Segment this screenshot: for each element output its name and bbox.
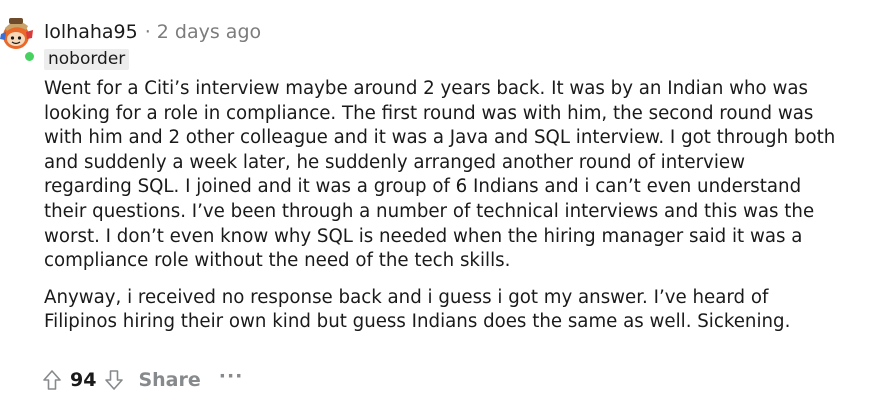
online-status-dot [23,50,36,63]
upvote-button[interactable] [38,365,66,395]
downvote-button[interactable] [100,365,128,395]
share-button[interactable]: Share [138,369,200,391]
comment-header: lolhaha95 · 2 days ago [44,19,261,45]
comment: lolhaha95 · 2 days ago noborder Went for… [0,0,887,413]
comment-line: with him and 2 other colleague and it wa… [44,127,836,149]
comment-line: and suddenly a week later, he suddenly a… [44,151,745,173]
comment-line: compliance role without the need of the … [44,250,511,272]
author-username[interactable]: lolhaha95 [44,21,138,43]
share-label: Share [138,369,201,391]
user-avatar[interactable] [0,14,38,63]
comment-line: regarding SQL. I joined and it was a gro… [44,176,802,198]
comment-line: looking for a role in compliance. The fi… [44,102,814,124]
comment-paragraph: Anyway, i received no response back and … [44,286,887,335]
upvote-arrow-icon [43,370,61,390]
user-flair: noborder [44,49,130,70]
comment-line: worst. I don’t even know why SQL is need… [44,225,803,247]
comment-line: Went for a Citi’s interview maybe around… [44,78,808,99]
downvote-arrow-icon [105,370,124,390]
comment-line: Anyway, i received no response back and … [44,286,769,308]
comment-line: Filipinos hiring their own kind but gues… [44,311,791,333]
header-separator: · [144,21,151,43]
comment-body: Went for a Citi’s interview maybe around… [44,77,887,335]
comment-actions: 94 Share ··· [38,364,243,396]
comment-timestamp[interactable]: 2 days ago [157,21,261,43]
more-options-button[interactable]: ··· [219,365,244,387]
comment-paragraph: Went for a Citi’s interview maybe around… [44,77,887,274]
snoo-avatar-icon [0,18,33,49]
comment-line: their questions. I’ve been through a num… [44,200,815,222]
vote-score: 94 [70,369,97,391]
